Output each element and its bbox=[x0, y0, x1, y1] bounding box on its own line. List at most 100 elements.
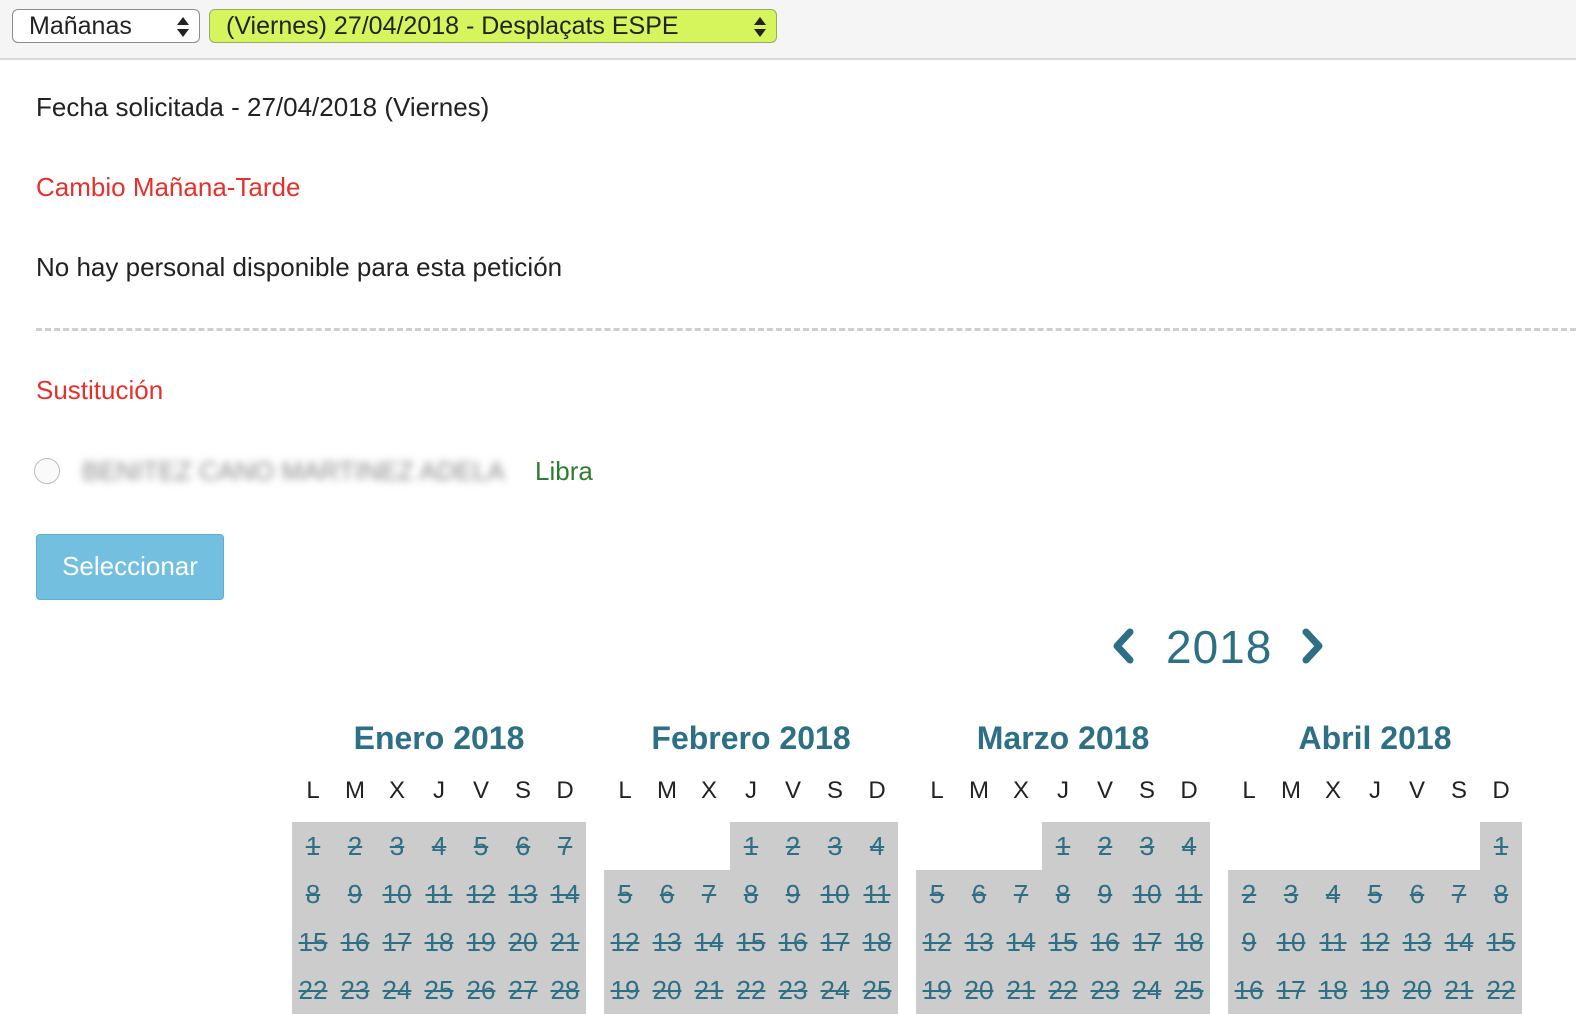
date-request-select[interactable]: (Viernes) 27/04/2018 - Desplaçats ESPE bbox=[209, 9, 777, 43]
calendar-day[interactable]: 25 bbox=[418, 966, 460, 1014]
calendar-day[interactable]: 8 bbox=[292, 870, 334, 918]
calendar-day[interactable]: 12 bbox=[460, 870, 502, 918]
chevron-left-icon[interactable] bbox=[1108, 628, 1138, 664]
calendar-day[interactable]: 5 bbox=[460, 822, 502, 870]
calendar-day[interactable]: 23 bbox=[772, 966, 814, 1014]
calendar-day[interactable]: 1 bbox=[292, 822, 334, 870]
calendar-day[interactable]: 16 bbox=[1228, 966, 1270, 1014]
calendar-day[interactable]: 14 bbox=[688, 918, 730, 966]
select-button[interactable]: Seleccionar bbox=[36, 534, 224, 600]
calendar-day[interactable]: 7 bbox=[1000, 870, 1042, 918]
calendar-day[interactable]: 22 bbox=[730, 966, 772, 1014]
calendar-day[interactable]: 6 bbox=[646, 870, 688, 918]
calendar-day[interactable]: 20 bbox=[502, 918, 544, 966]
calendar-day[interactable]: 8 bbox=[1480, 870, 1522, 918]
calendar-day[interactable]: 13 bbox=[958, 918, 1000, 966]
calendar-day[interactable]: 14 bbox=[544, 870, 586, 918]
calendar-day[interactable]: 22 bbox=[1480, 966, 1522, 1014]
calendar-day[interactable]: 2 bbox=[1084, 822, 1126, 870]
calendar-day[interactable]: 3 bbox=[1126, 822, 1168, 870]
calendar-day[interactable]: 15 bbox=[1480, 918, 1522, 966]
calendar-day[interactable]: 12 bbox=[1354, 918, 1396, 966]
calendar-day[interactable]: 15 bbox=[1042, 918, 1084, 966]
calendar-day[interactable]: 19 bbox=[916, 966, 958, 1014]
calendar-day[interactable]: 11 bbox=[856, 870, 898, 918]
calendar-day[interactable]: 22 bbox=[1042, 966, 1084, 1014]
shift-select[interactable]: Mañanas bbox=[12, 9, 200, 43]
calendar-day[interactable]: 1 bbox=[1042, 822, 1084, 870]
calendar-day[interactable]: 10 bbox=[814, 870, 856, 918]
calendar-day[interactable]: 11 bbox=[418, 870, 460, 918]
calendar-day[interactable]: 20 bbox=[958, 966, 1000, 1014]
calendar-day[interactable]: 9 bbox=[1228, 918, 1270, 966]
calendar-day[interactable]: 8 bbox=[1042, 870, 1084, 918]
calendar-day[interactable]: 16 bbox=[772, 918, 814, 966]
calendar-day[interactable]: 16 bbox=[1084, 918, 1126, 966]
calendar-day[interactable]: 26 bbox=[460, 966, 502, 1014]
calendar-day[interactable]: 2 bbox=[772, 822, 814, 870]
calendar-day[interactable]: 23 bbox=[334, 966, 376, 1014]
calendar-day[interactable]: 6 bbox=[502, 822, 544, 870]
calendar-day[interactable]: 21 bbox=[688, 966, 730, 1014]
calendar-day[interactable]: 23 bbox=[1084, 966, 1126, 1014]
calendar-day[interactable]: 5 bbox=[916, 870, 958, 918]
calendar-day[interactable]: 18 bbox=[856, 918, 898, 966]
calendar-day[interactable]: 25 bbox=[856, 966, 898, 1014]
calendar-day[interactable]: 10 bbox=[1270, 918, 1312, 966]
calendar-day[interactable]: 7 bbox=[688, 870, 730, 918]
calendar-day[interactable]: 10 bbox=[1126, 870, 1168, 918]
calendar-day[interactable]: 3 bbox=[376, 822, 418, 870]
calendar-day[interactable]: 18 bbox=[1168, 918, 1210, 966]
chevron-right-icon[interactable] bbox=[1298, 628, 1328, 664]
calendar-day[interactable]: 24 bbox=[376, 966, 418, 1014]
calendar-day[interactable]: 3 bbox=[1270, 870, 1312, 918]
calendar-day[interactable]: 10 bbox=[376, 870, 418, 918]
calendar-day[interactable]: 4 bbox=[1168, 822, 1210, 870]
calendar-day[interactable]: 25 bbox=[1168, 966, 1210, 1014]
calendar-day[interactable]: 7 bbox=[544, 822, 586, 870]
calendar-day[interactable]: 19 bbox=[1354, 966, 1396, 1014]
calendar-day[interactable]: 19 bbox=[460, 918, 502, 966]
calendar-day[interactable]: 18 bbox=[418, 918, 460, 966]
candidate-radio[interactable] bbox=[34, 458, 60, 484]
calendar-day[interactable]: 22 bbox=[292, 966, 334, 1014]
calendar-day[interactable]: 6 bbox=[1396, 870, 1438, 918]
calendar-day[interactable]: 16 bbox=[334, 918, 376, 966]
calendar-day[interactable]: 9 bbox=[772, 870, 814, 918]
calendar-day[interactable]: 1 bbox=[730, 822, 772, 870]
calendar-day[interactable]: 17 bbox=[376, 918, 418, 966]
calendar-day[interactable]: 13 bbox=[1396, 918, 1438, 966]
calendar-day[interactable]: 15 bbox=[292, 918, 334, 966]
calendar-day[interactable]: 5 bbox=[1354, 870, 1396, 918]
calendar-day[interactable]: 18 bbox=[1312, 966, 1354, 1014]
calendar-day[interactable]: 17 bbox=[814, 918, 856, 966]
calendar-day[interactable]: 21 bbox=[1438, 966, 1480, 1014]
calendar-day[interactable]: 17 bbox=[1270, 966, 1312, 1014]
calendar-day[interactable]: 14 bbox=[1438, 918, 1480, 966]
calendar-day[interactable]: 28 bbox=[544, 966, 586, 1014]
calendar-day[interactable]: 24 bbox=[1126, 966, 1168, 1014]
calendar-day[interactable]: 20 bbox=[646, 966, 688, 1014]
calendar-day[interactable]: 24 bbox=[814, 966, 856, 1014]
calendar-day[interactable]: 4 bbox=[1312, 870, 1354, 918]
calendar-day[interactable]: 6 bbox=[958, 870, 1000, 918]
calendar-day[interactable]: 13 bbox=[502, 870, 544, 918]
calendar-day[interactable]: 1 bbox=[1480, 822, 1522, 870]
calendar-day[interactable]: 4 bbox=[418, 822, 460, 870]
calendar-day[interactable]: 21 bbox=[1000, 966, 1042, 1014]
calendar-day[interactable]: 4 bbox=[856, 822, 898, 870]
calendar-day[interactable]: 11 bbox=[1168, 870, 1210, 918]
calendar-day[interactable]: 7 bbox=[1438, 870, 1480, 918]
calendar-day[interactable]: 13 bbox=[646, 918, 688, 966]
calendar-day[interactable]: 20 bbox=[1396, 966, 1438, 1014]
calendar-day[interactable]: 15 bbox=[730, 918, 772, 966]
calendar-day[interactable]: 2 bbox=[1228, 870, 1270, 918]
calendar-day[interactable]: 19 bbox=[604, 966, 646, 1014]
calendar-day[interactable]: 9 bbox=[1084, 870, 1126, 918]
calendar-day[interactable]: 12 bbox=[604, 918, 646, 966]
calendar-day[interactable]: 12 bbox=[916, 918, 958, 966]
calendar-day[interactable]: 3 bbox=[814, 822, 856, 870]
calendar-day[interactable]: 11 bbox=[1312, 918, 1354, 966]
calendar-day[interactable]: 8 bbox=[730, 870, 772, 918]
calendar-day[interactable]: 5 bbox=[604, 870, 646, 918]
